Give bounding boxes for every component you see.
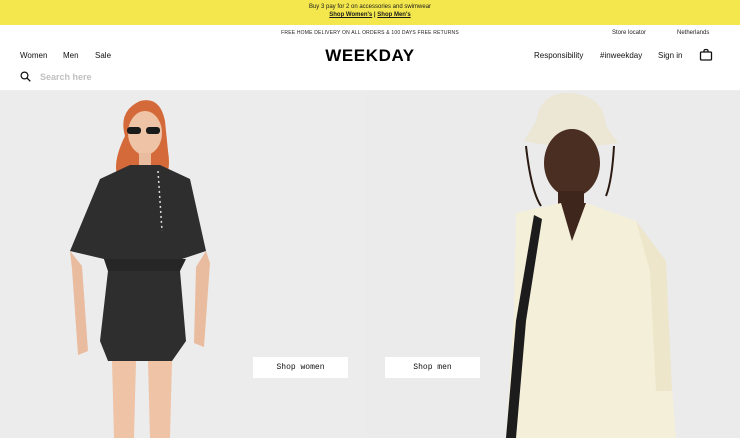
shop-womens-link[interactable]: Shop Women's [329, 12, 372, 18]
site-header: Women Men Sale WEEKDAY Responsibility #i… [0, 41, 740, 91]
hero-panel-men[interactable]: Shop men [366, 91, 740, 438]
shop-men-button[interactable]: Shop men [385, 357, 480, 378]
promo-banner: Buy 3 pay for 2 on accessories and swimw… [0, 0, 740, 25]
promo-links: Shop Women's | Shop Men's [0, 12, 740, 18]
promo-separator: | [373, 12, 376, 18]
search-bar [20, 69, 220, 85]
shop-mens-link[interactable]: Shop Men's [377, 12, 410, 18]
shopping-bag-icon[interactable] [699, 48, 713, 62]
hero-panel-women[interactable]: Shop women [0, 91, 366, 438]
store-locator-link[interactable]: Store locator [612, 30, 646, 36]
country-selector[interactable]: Netherlands [677, 30, 709, 36]
men-model-image [366, 91, 740, 438]
shop-women-button[interactable]: Shop women [253, 357, 348, 378]
sign-in-link[interactable]: Sign in [658, 51, 682, 60]
responsibility-link[interactable]: Responsibility [534, 51, 583, 60]
search-icon[interactable] [20, 71, 31, 82]
inweekday-link[interactable]: #inweekday [600, 51, 642, 60]
women-model-image [0, 91, 366, 438]
promo-message: Buy 3 pay for 2 on accessories and swimw… [308, 4, 432, 10]
search-input[interactable] [40, 70, 210, 84]
info-bar: FREE HOME DELIVERY ON ALL ORDERS & 100 D… [0, 25, 740, 41]
hero-section: Shop women Shop men [0, 91, 740, 438]
